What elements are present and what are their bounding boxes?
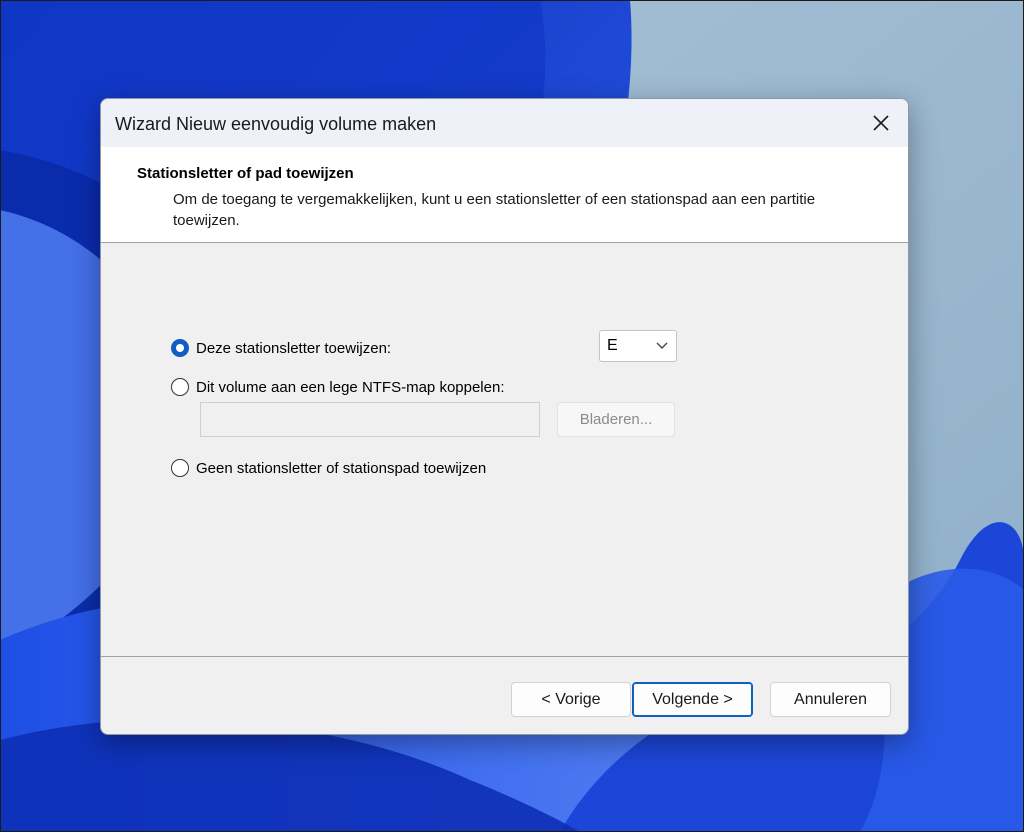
option-no-letter-label: Geen stationsletter of stationspad toewi…: [196, 459, 487, 477]
title-bar: Wizard Nieuw eenvoudig volume maken: [101, 99, 908, 147]
footer-divider: [101, 656, 908, 657]
step-title: Stationsletter of pad toewijzen: [137, 165, 354, 182]
drive-letter-value: E: [607, 337, 618, 354]
radio-mount-folder[interactable]: [171, 378, 189, 396]
window-title: Wizard Nieuw eenvoudig volume maken: [115, 114, 437, 134]
option-no-letter[interactable]: Geen stationsletter of stationspad toewi…: [171, 459, 486, 477]
radio-assign-letter[interactable]: [171, 339, 189, 357]
radio-no-letter[interactable]: [171, 459, 189, 477]
option-assign-letter-label: Deze stationsletter toewijzen:: [196, 339, 392, 357]
next-button[interactable]: Volgende >: [632, 682, 753, 717]
drive-letter-select[interactable]: E: [599, 330, 677, 362]
wizard-dialog: Wizard Nieuw eenvoudig volume maken Stat…: [100, 98, 909, 735]
back-button[interactable]: < Vorige: [511, 682, 631, 717]
chevron-down-icon: [656, 342, 668, 349]
option-assign-letter[interactable]: Deze stationsletter toewijzen:: [171, 339, 391, 357]
cancel-button[interactable]: Annuleren: [770, 682, 891, 717]
browse-button[interactable]: Bladeren...: [557, 402, 675, 437]
folder-path-input[interactable]: [200, 402, 540, 437]
close-button[interactable]: [854, 99, 908, 147]
option-mount-folder-label: Dit volume aan een lege NTFS-map koppele…: [196, 378, 505, 396]
step-description: Om de toegang te vergemakkelijken, kunt …: [173, 191, 816, 229]
option-mount-folder[interactable]: Dit volume aan een lege NTFS-map koppele…: [171, 378, 505, 396]
close-icon: [873, 115, 889, 131]
wizard-header: Stationsletter of pad toewijzen Om de to…: [101, 147, 908, 243]
